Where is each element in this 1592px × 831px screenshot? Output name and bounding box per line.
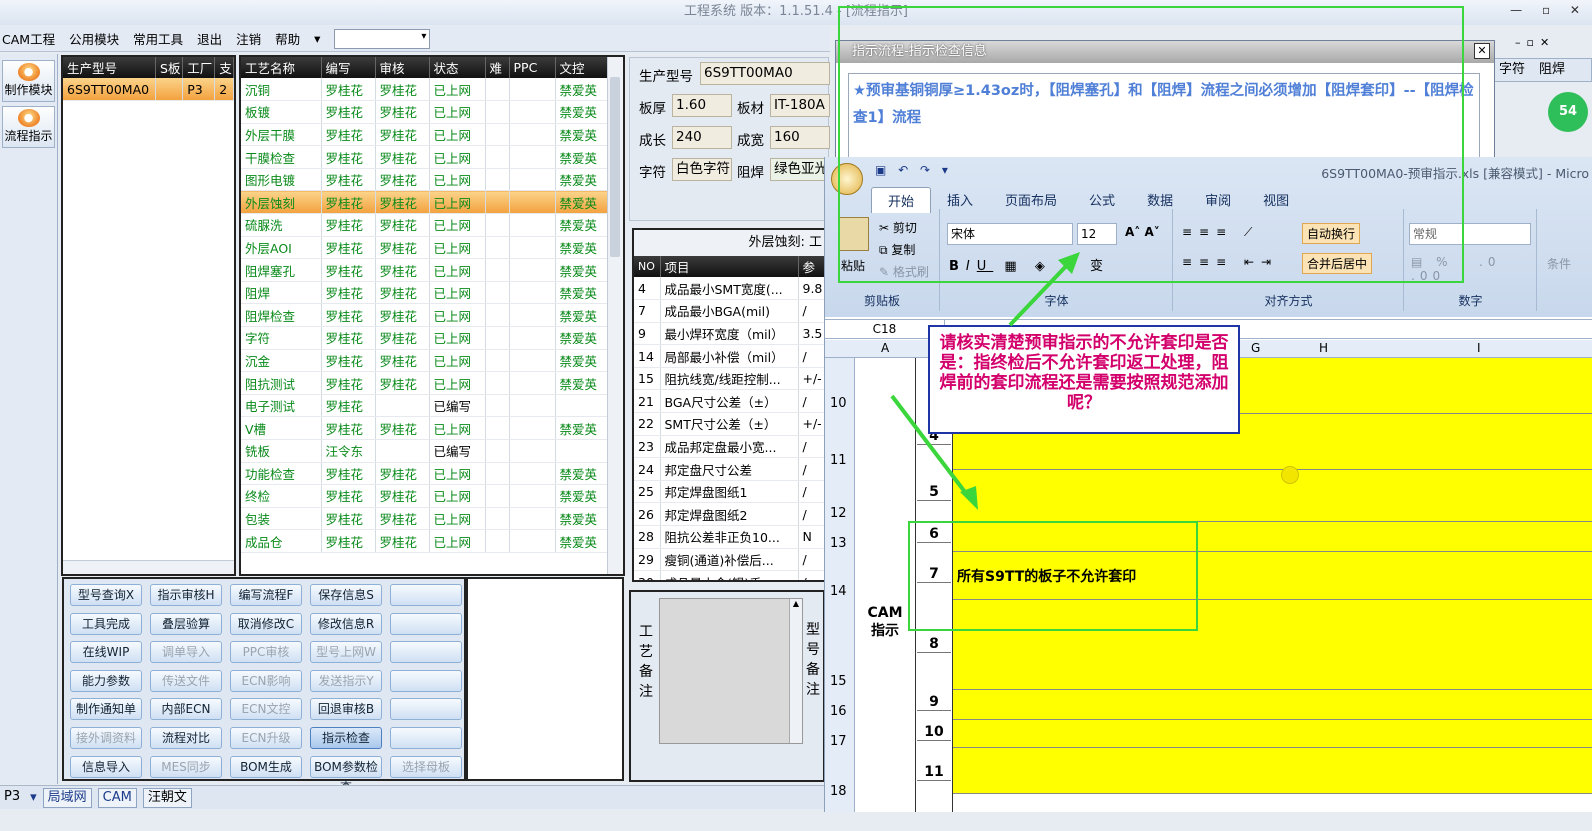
arrow-up xyxy=(1008,260,1072,327)
annotation-arrows xyxy=(890,252,1080,510)
arrow-down xyxy=(890,394,970,498)
